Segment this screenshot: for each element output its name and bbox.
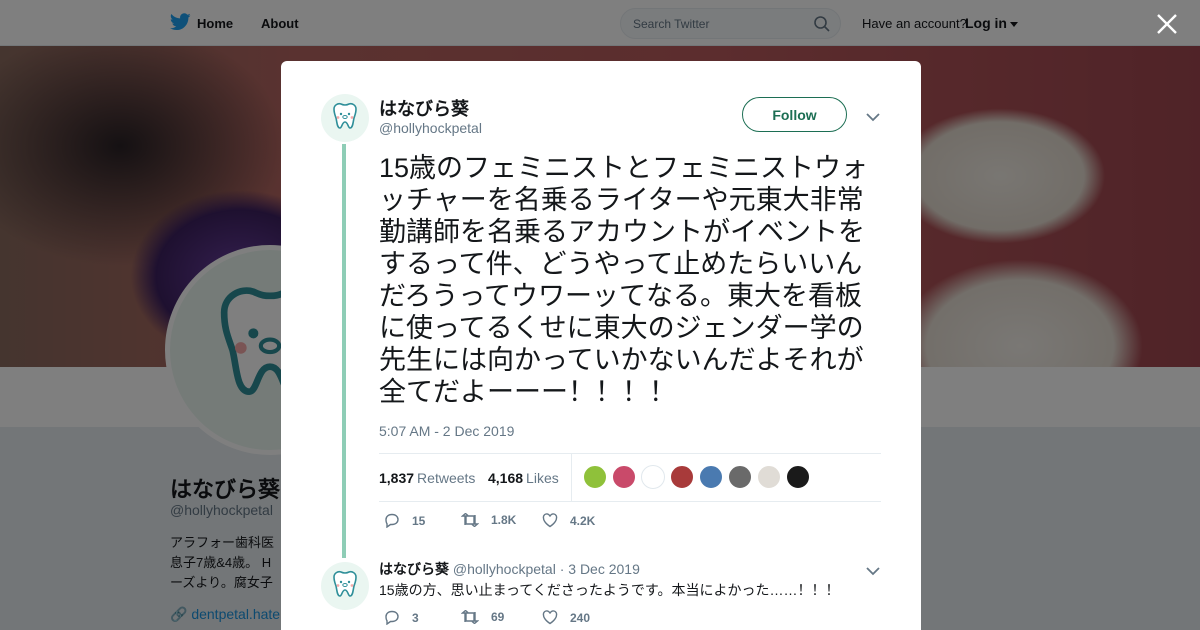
thread-line	[342, 144, 346, 558]
reply-date[interactable]: · 3 Dec 2019	[560, 561, 640, 577]
likes-count: 4,168	[488, 470, 524, 486]
reply-retweet-button[interactable]: 69	[461, 610, 504, 624]
tweet-stats: 1,837 Retweets 4,168 Likes	[379, 453, 881, 502]
reply-icon	[385, 513, 399, 528]
like-count: 4.2K	[570, 513, 596, 528]
liker-avatar[interactable]	[786, 465, 810, 489]
stats-divider	[571, 454, 572, 501]
likers-avatars	[583, 465, 810, 489]
reply-count: 15	[412, 513, 426, 528]
tweet-author-handle[interactable]: @hollyhockpetal	[379, 120, 482, 136]
reply-author-handle[interactable]: @hollyhockpetal	[453, 561, 556, 577]
retweets-label: Retweets	[417, 470, 476, 486]
reply-reply-button[interactable]: 3	[384, 610, 419, 625]
retweet-button[interactable]: 1.8K	[461, 513, 516, 527]
reply-reply-count: 3	[412, 610, 419, 625]
liker-avatar[interactable]	[757, 465, 781, 489]
reply-actions: 3 69 240	[379, 610, 679, 630]
reply-author-avatar[interactable]	[321, 562, 369, 610]
liker-avatar[interactable]	[612, 465, 636, 489]
reply-text: 15歳の方、思い止まってくださったようです。本当によかった……！！！	[379, 582, 840, 598]
close-icon[interactable]	[1155, 12, 1179, 36]
reply-like-count: 240	[570, 610, 591, 625]
liker-avatar[interactable]	[699, 465, 723, 489]
likes-stat[interactable]: 4,168 Likes	[488, 470, 559, 486]
reply-header: はなびら葵 @hollyhockpetal · 3 Dec 2019	[379, 559, 640, 579]
retweet-icon	[461, 513, 479, 527]
reply-like-button[interactable]: 240	[542, 610, 590, 625]
retweets-stat[interactable]: 1,837 Retweets	[379, 470, 475, 486]
tweet-modal: はなびら葵 @hollyhockpetal Follow 15歳のフェミニストと…	[281, 61, 921, 630]
reply-icon	[385, 610, 399, 625]
likes-label: Likes	[526, 470, 559, 486]
reply-chevron-down-icon[interactable]	[866, 563, 880, 581]
liker-avatar[interactable]	[641, 465, 665, 489]
reply-button[interactable]: 15	[384, 513, 425, 528]
chevron-down-icon[interactable]	[866, 109, 880, 127]
tweet-author-name[interactable]: はなびら葵	[379, 95, 469, 121]
heart-icon	[542, 610, 558, 625]
liker-avatar[interactable]	[728, 465, 752, 489]
heart-icon	[542, 513, 558, 528]
retweet-icon	[461, 610, 479, 624]
reply-author-name[interactable]: はなびら葵	[379, 561, 449, 577]
liker-avatar[interactable]	[670, 465, 694, 489]
reply-retweet-count: 69	[491, 610, 505, 624]
tweet-actions: 15 1.8K 4.2K	[379, 513, 679, 533]
tweet-author-avatar[interactable]	[321, 94, 369, 142]
like-button[interactable]: 4.2K	[542, 513, 595, 528]
follow-button[interactable]: Follow	[742, 97, 847, 132]
tweet-text: 15歳のフェミニストとフェミニストウォッチャーを名乗るライターや元東大非常勤講師…	[379, 153, 869, 407]
retweets-count: 1,837	[379, 470, 415, 486]
tweet-timestamp[interactable]: 5:07 AM - 2 Dec 2019	[379, 423, 514, 439]
liker-avatar[interactable]	[583, 465, 607, 489]
retweet-count: 1.8K	[491, 513, 517, 527]
